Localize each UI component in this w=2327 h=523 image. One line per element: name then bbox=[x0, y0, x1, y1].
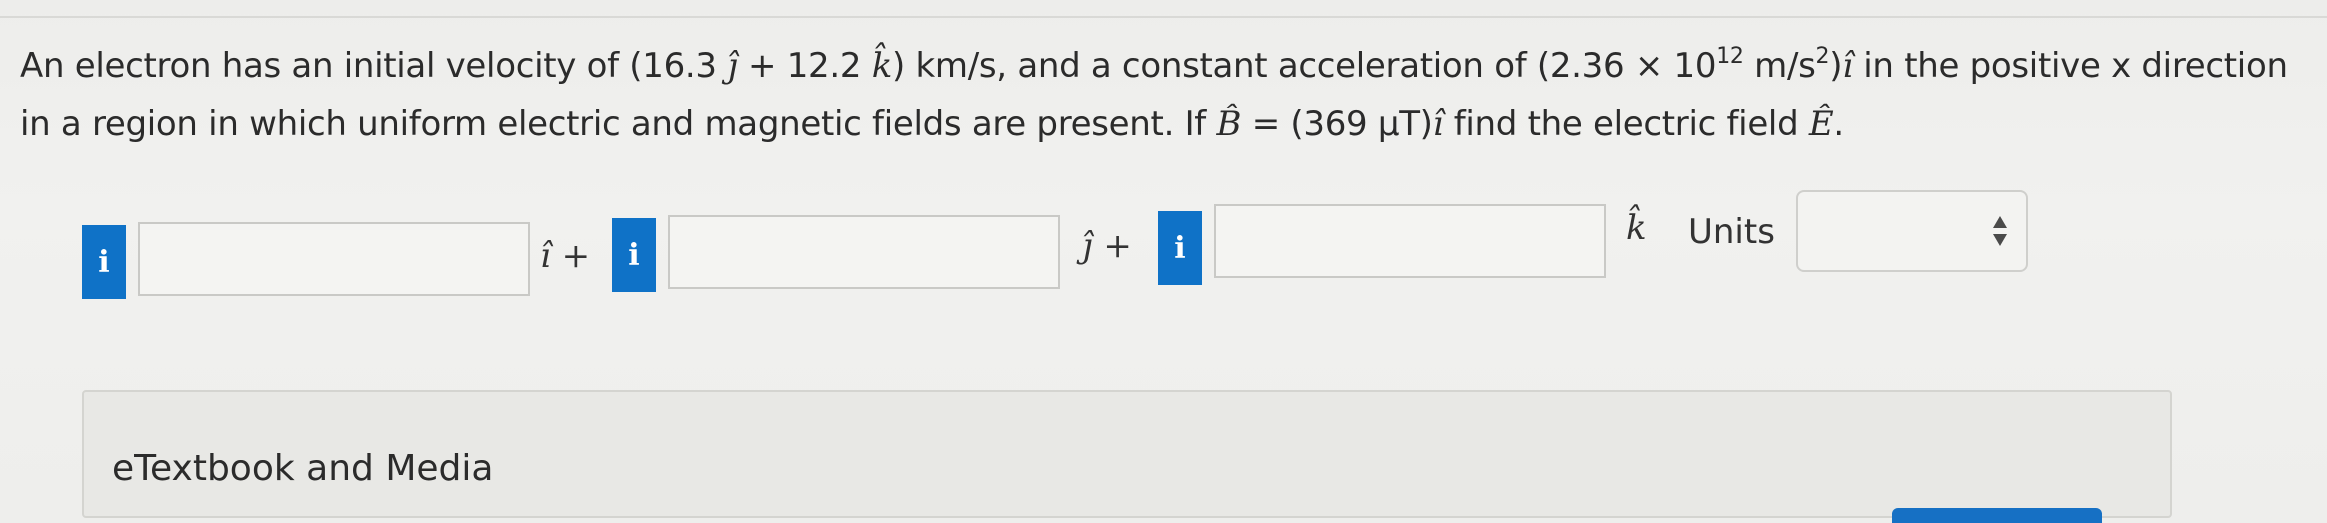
question-text-run: + 12.2 bbox=[737, 46, 872, 86]
top-divider bbox=[0, 16, 2327, 18]
question-text-run: find the electric field bbox=[1443, 104, 1809, 144]
info-icon[interactable]: i bbox=[1158, 211, 1202, 285]
unit-vector-i-label: î + bbox=[540, 236, 591, 276]
question-text-run: ) bbox=[1829, 46, 1843, 86]
etextbook-link[interactable]: eTextbook and Media bbox=[112, 448, 493, 489]
unit-vector-j-label: ĵ + bbox=[1082, 226, 1132, 266]
math-symbol: î bbox=[1842, 46, 1853, 86]
info-icon[interactable]: i bbox=[82, 225, 126, 299]
question-text-run: . bbox=[1833, 104, 1844, 144]
question-text-run: in the positive x direction bbox=[1852, 46, 2288, 86]
math-symbol: Ê bbox=[1808, 104, 1834, 144]
question-text-run: = (369 μT) bbox=[1241, 104, 1433, 144]
question-text: An electron has an initial velocity of (… bbox=[20, 28, 2288, 153]
submit-button[interactable] bbox=[1892, 508, 2102, 523]
units-select[interactable] bbox=[1796, 190, 2028, 272]
answer-input-k[interactable] bbox=[1214, 204, 1606, 278]
answer-input-i[interactable] bbox=[138, 222, 530, 296]
math-symbol: î bbox=[1432, 104, 1444, 144]
question-line-2: in a region in which uniform electric an… bbox=[20, 95, 2270, 153]
math-symbol: k̂ bbox=[871, 46, 893, 86]
superscript: 12 bbox=[1716, 44, 1744, 69]
info-icon[interactable]: i bbox=[612, 218, 656, 292]
question-line-1: An electron has an initial velocity of (… bbox=[20, 28, 2288, 95]
units-label: Units bbox=[1688, 212, 1775, 252]
select-arrows-icon bbox=[1993, 216, 2007, 246]
math-symbol: ĵ bbox=[727, 46, 738, 86]
math-symbol: B̂ bbox=[1216, 104, 1242, 144]
question-text-run: An electron has an initial velocity of (… bbox=[20, 46, 728, 86]
question-text-run: in a region in which uniform electric an… bbox=[20, 104, 1217, 144]
superscript: 2 bbox=[1815, 44, 1830, 69]
question-text-run: ) km/s, and a constant acceleration of (… bbox=[892, 46, 1717, 86]
unit-vector-k-label: k̂ bbox=[1626, 208, 1647, 248]
question-text-run: m/s bbox=[1743, 46, 1816, 86]
answer-input-j[interactable] bbox=[668, 215, 1060, 289]
